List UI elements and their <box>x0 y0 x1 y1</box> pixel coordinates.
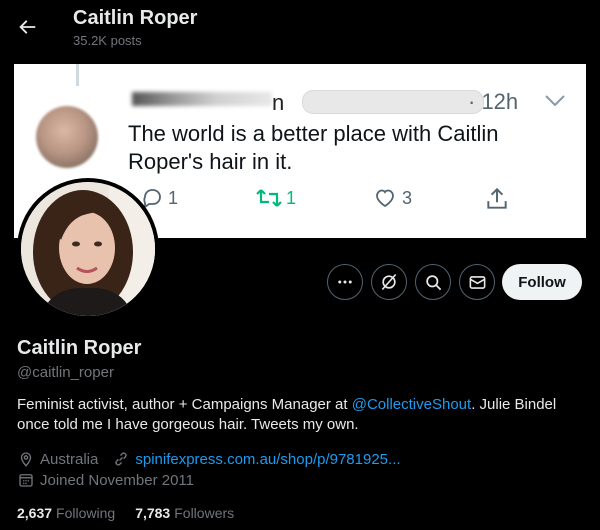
link-icon <box>115 452 127 466</box>
banner-blurred-handle <box>132 92 272 106</box>
banner-tweet-time: · 12h <box>468 89 519 114</box>
retweet-icon <box>256 189 282 207</box>
banner-tweet-text: The world is a better place with Caitlin… <box>128 121 499 174</box>
heart-icon <box>376 189 394 208</box>
following-link[interactable]: 2,637 Following <box>17 505 115 521</box>
avatar-photo <box>21 182 155 316</box>
search-button[interactable] <box>415 264 451 300</box>
banner-handle-fragment: n <box>272 90 285 115</box>
thread-line <box>76 64 79 86</box>
like-count: 3 <box>402 187 413 208</box>
banner-tweet-actions: 1 1 3 <box>128 186 586 216</box>
calendar-icon <box>19 474 33 487</box>
header-title: Caitlin Roper <box>73 7 198 29</box>
banner-like: 3 <box>372 186 412 210</box>
profile-location: Australia <box>40 450 99 468</box>
profile-bio: Feminist activist, author + Campaigns Ma… <box>17 395 583 435</box>
banner-reply: 1 <box>140 186 178 210</box>
share-icon <box>487 187 507 209</box>
location-icon <box>20 452 32 467</box>
following-count: 2,637 <box>17 505 53 521</box>
followers-count: 7,783 <box>135 505 171 521</box>
followers-link[interactable]: 7,783 Followers <box>135 505 234 521</box>
banner-retweet: 1 <box>256 186 296 210</box>
top-bar: Caitlin Roper 35.2K posts <box>0 0 600 62</box>
banner-share <box>484 186 510 212</box>
more-button[interactable] <box>327 264 363 300</box>
bio-text-start: Feminist activist, author + Campaigns Ma… <box>17 396 352 413</box>
search-icon <box>425 274 441 290</box>
grok-icon <box>381 273 397 291</box>
more-dots-icon <box>338 280 352 284</box>
follow-button[interactable]: Follow <box>502 264 582 300</box>
posts-count: 35.2K posts <box>73 33 142 48</box>
mail-icon <box>469 275 485 289</box>
retweet-count: 1 <box>286 187 297 208</box>
follow-counts: 2,637 Following 7,783 Followers <box>17 505 254 521</box>
profile-joined: Joined November 2011 <box>40 471 194 489</box>
following-label: Following <box>56 505 116 521</box>
profile-joined-row: Joined November 2011 <box>17 471 194 489</box>
profile-handle: @caitlin_roper <box>17 364 114 381</box>
banner-blurred-avatar <box>36 106 98 168</box>
banner-redaction <box>302 90 484 114</box>
back-arrow-icon[interactable] <box>16 16 38 38</box>
message-button[interactable] <box>459 264 495 300</box>
avatar <box>21 182 155 316</box>
grok-button[interactable] <box>371 264 407 300</box>
profile-name: Caitlin Roper <box>17 337 142 359</box>
bio-mention-link[interactable]: @CollectiveShout <box>352 396 471 413</box>
profile-website-link[interactable]: spinifexpress.com.au/shop/p/9781925... <box>135 451 400 468</box>
reply-count: 1 <box>168 187 179 208</box>
followers-label: Followers <box>174 505 235 521</box>
profile-meta-row: Australia spinifexpress.com.au/shop/p/97… <box>17 450 401 468</box>
profile-avatar[interactable] <box>17 178 159 320</box>
chevron-down-icon <box>545 95 565 107</box>
